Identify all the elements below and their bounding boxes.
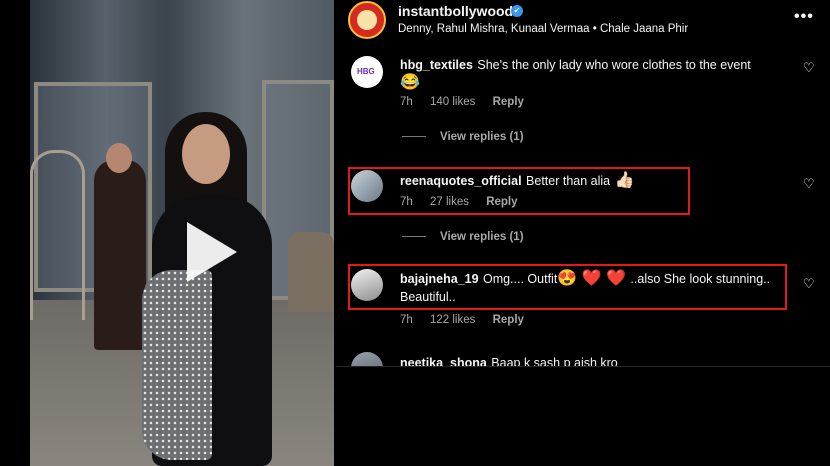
highlight-box xyxy=(348,264,787,310)
comment-likes[interactable]: 122 likes xyxy=(430,314,475,326)
account-avatar[interactable] xyxy=(348,1,386,39)
video-background xyxy=(182,124,230,184)
highlight-box xyxy=(348,167,690,215)
verified-badge-icon: ✔ xyxy=(511,5,523,17)
view-replies-button[interactable]: View replies (1) xyxy=(402,131,524,143)
video-background xyxy=(94,160,146,350)
comment-meta: 7h 122 likes Reply xyxy=(400,314,538,326)
comment-time: 7h xyxy=(400,314,413,326)
view-replies-label: View replies (1) xyxy=(440,231,524,243)
comment-meta: 7h 140 likes Reply xyxy=(400,96,538,108)
video-background xyxy=(106,143,132,173)
comment-username[interactable]: neetika_shona xyxy=(400,356,487,366)
video-background xyxy=(30,150,85,320)
view-replies-button[interactable]: View replies (1) xyxy=(402,231,524,243)
reply-button[interactable]: Reply xyxy=(493,314,524,326)
comment-likes[interactable]: 140 likes xyxy=(430,96,475,108)
commenter-avatar[interactable] xyxy=(351,352,383,366)
divider xyxy=(336,366,830,367)
comment-body: hbg_textiles She's the only lady who wor… xyxy=(400,56,790,91)
comment-text: Baap k sash p aish kro xyxy=(491,356,618,366)
play-icon[interactable] xyxy=(187,222,237,282)
commenter-avatar[interactable]: HBG xyxy=(351,56,383,88)
avatar-logo-text: HBG xyxy=(357,67,375,76)
comment-text: She's the only lady who wore clothes to … xyxy=(477,58,751,72)
reel-video[interactable] xyxy=(30,0,334,466)
account-username[interactable]: instantbollywood xyxy=(398,3,513,19)
comments-panel: instantbollywood ✔ Denny, Rahul Mishra, … xyxy=(336,0,830,466)
video-background xyxy=(288,232,334,312)
like-heart-icon[interactable]: ♡ xyxy=(803,176,815,192)
like-heart-icon[interactable]: ♡ xyxy=(803,276,815,292)
post-header: instantbollywood ✔ Denny, Rahul Mishra, … xyxy=(336,0,830,40)
like-heart-icon[interactable]: ♡ xyxy=(803,60,815,76)
audio-attribution[interactable]: Denny, Rahul Mishra, Kunaal Vermaa • Cha… xyxy=(398,23,688,35)
video-background xyxy=(142,270,212,460)
view-replies-label: View replies (1) xyxy=(440,131,524,143)
comment-body: neetika_shona Baap k sash p aish kro xyxy=(400,354,790,366)
more-options-icon[interactable]: ••• xyxy=(794,8,814,26)
comment-emoji: 😂 xyxy=(400,74,420,91)
comment-item: neetika_shona Baap k sash p aish kro xyxy=(336,352,830,366)
comment-time: 7h xyxy=(400,96,413,108)
reply-button[interactable]: Reply xyxy=(493,96,524,108)
comment-username[interactable]: hbg_textiles xyxy=(400,58,473,72)
